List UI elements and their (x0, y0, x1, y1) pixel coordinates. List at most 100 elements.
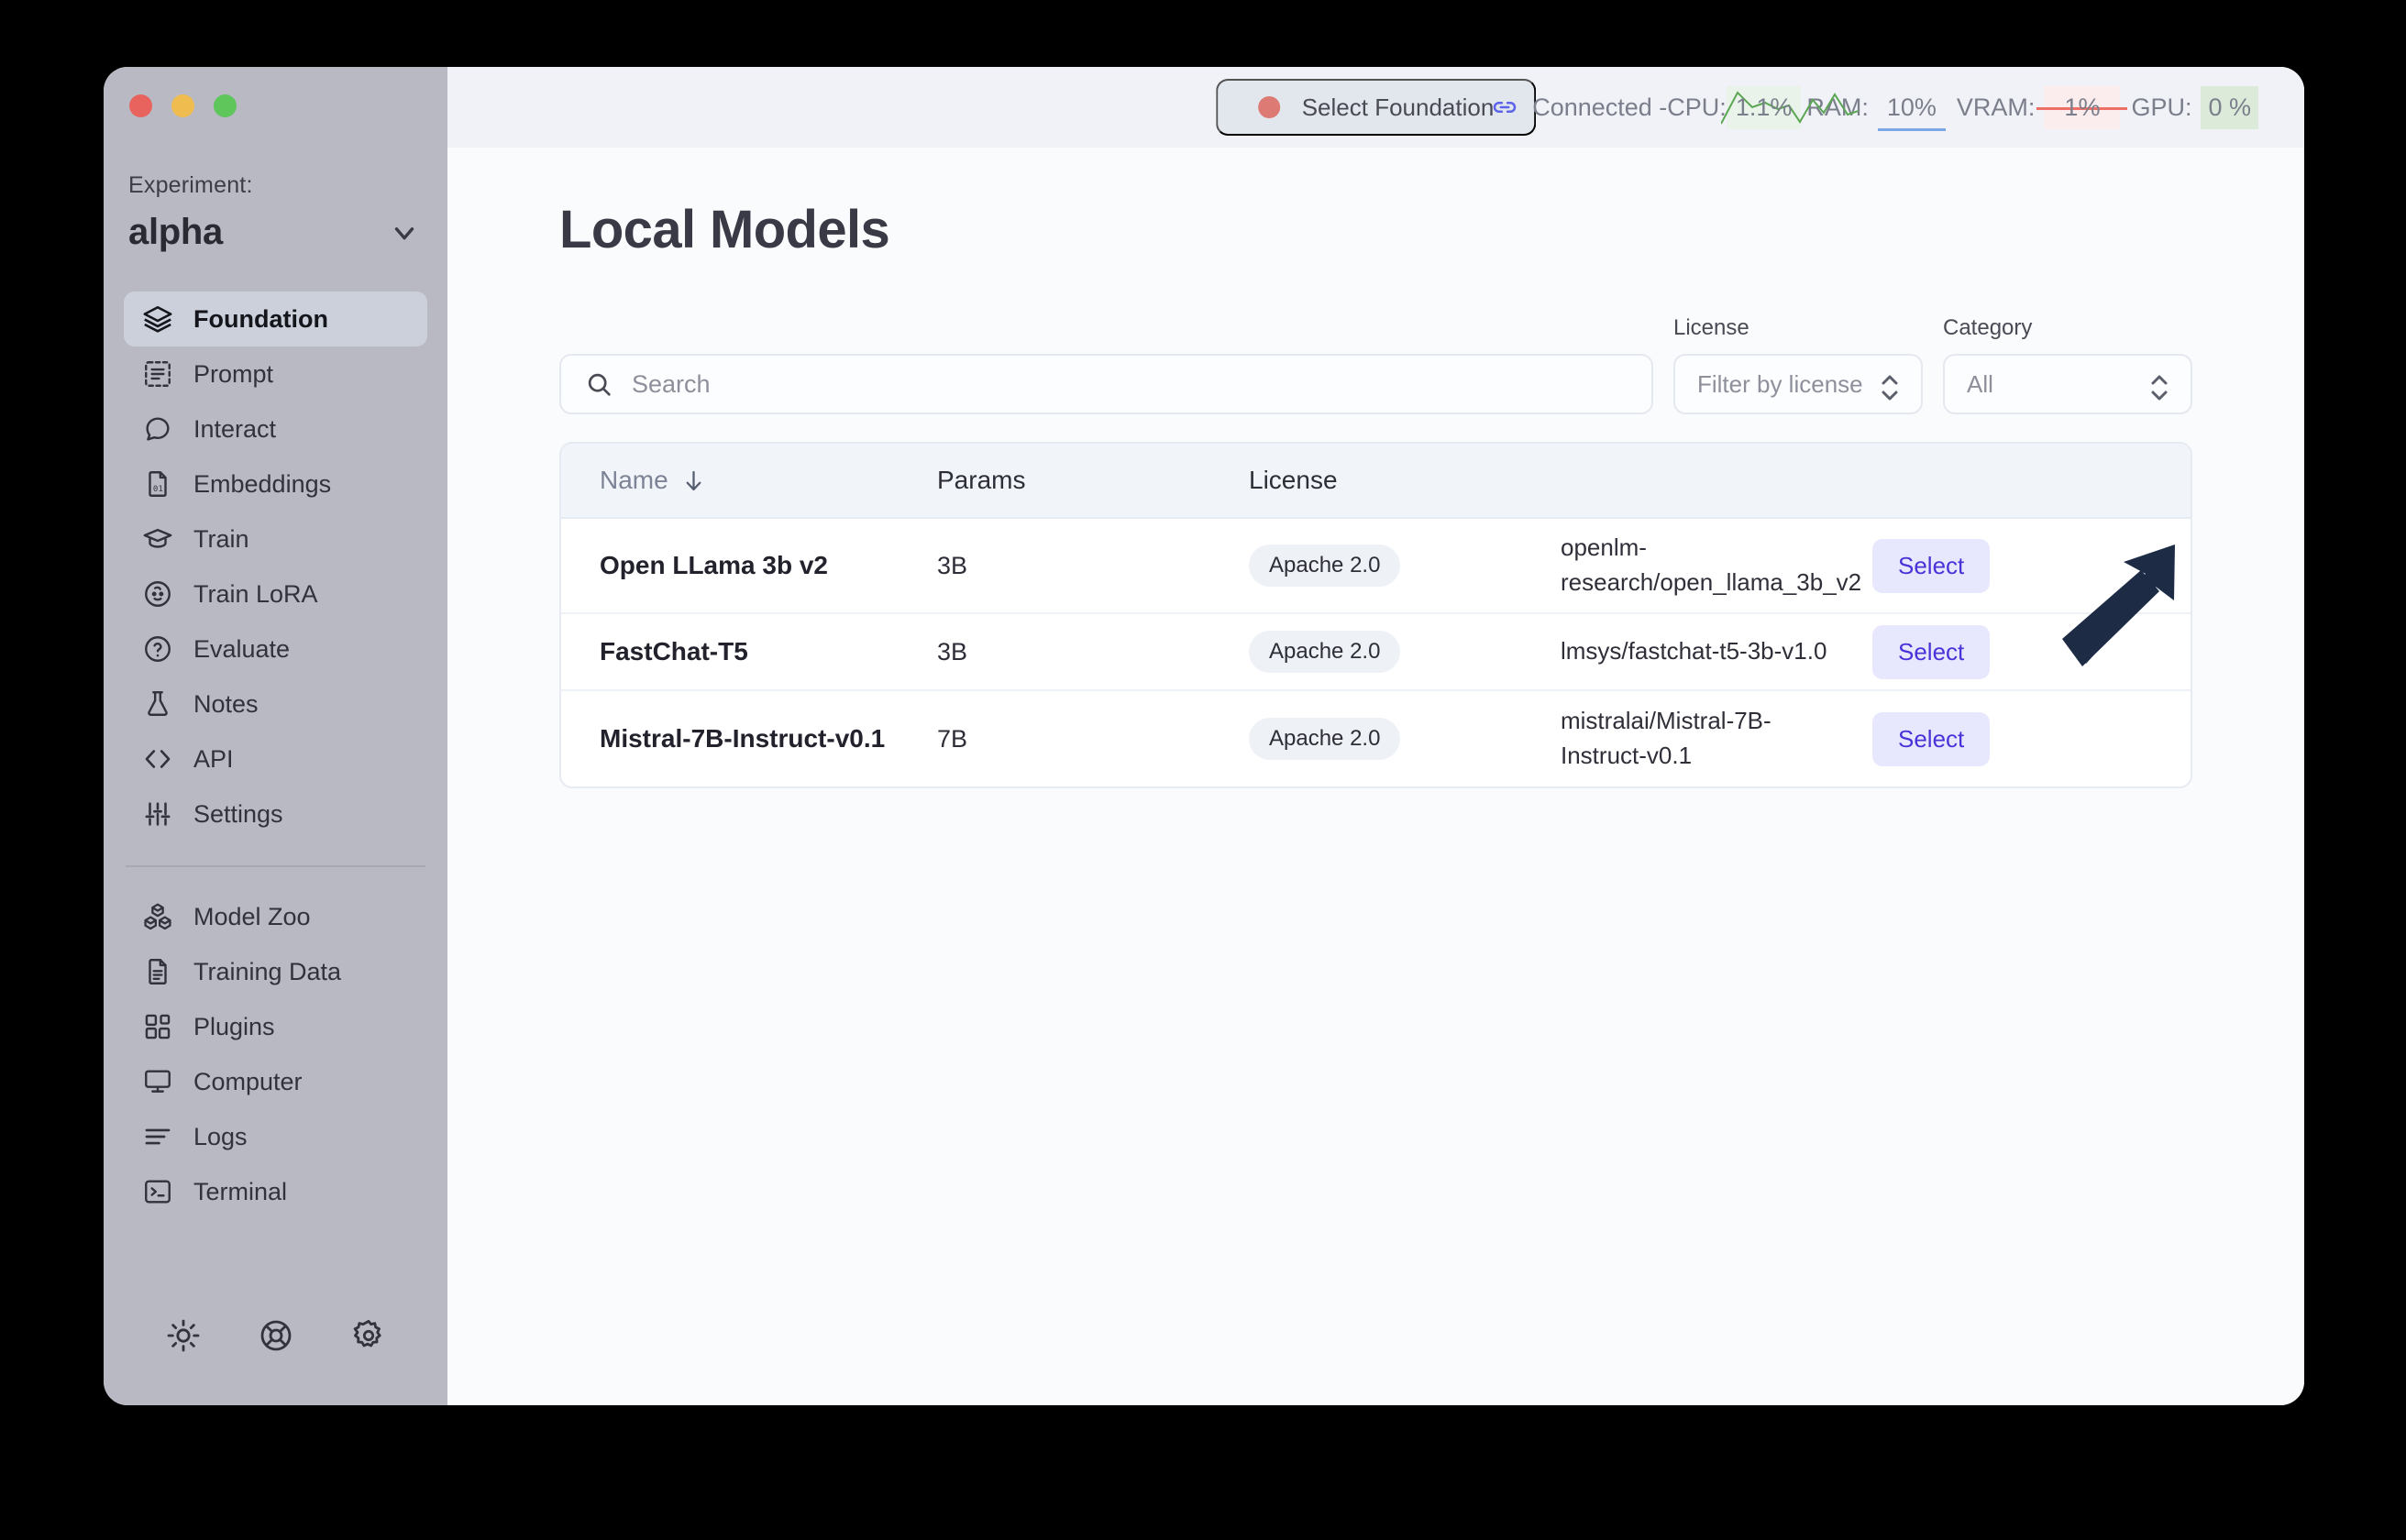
license-filter-label: License (1673, 315, 1749, 340)
sidebar-item-train[interactable]: Train (124, 512, 427, 566)
primary-nav: Foundation Prompt Interact 01 Embeddings (104, 292, 447, 842)
cell-repo: openlm-research/open_llama_3b_v2 (1561, 534, 1862, 596)
license-badge: Apache 2.0 (1249, 631, 1401, 673)
sidebar-item-label: Prompt (193, 359, 274, 388)
sidebar-item-interact[interactable]: Interact (124, 402, 427, 456)
sidebar-item-label: Logs (193, 1122, 248, 1150)
column-header-label: Params (937, 466, 1026, 494)
ram-sparkline (1877, 127, 1946, 131)
sidebar-item-api[interactable]: API (124, 732, 427, 786)
content-area: Local Models License Filter by license (447, 148, 2304, 1405)
question-circle-icon (142, 633, 173, 665)
cpu-value: 1.1% (1735, 93, 1793, 121)
document-lines-icon (142, 956, 173, 987)
sidebar-item-model-zoo[interactable]: Model Zoo (124, 889, 427, 944)
app-window: Experiment: alpha Foundation Prompt Inte… (104, 67, 2304, 1405)
category-filter: Category All (1943, 315, 2192, 414)
minimize-window-button[interactable] (171, 94, 194, 117)
experiment-label: Experiment: (128, 172, 253, 198)
sidebar-item-label: Notes (193, 689, 259, 718)
sidebar-item-label: Settings (193, 799, 283, 828)
vram-label: VRAM: (1956, 93, 2036, 121)
cell-repo: lmsys/fastchat-t5-3b-v1.0 (1561, 637, 1827, 666)
cell-action: Select (1872, 624, 2056, 679)
terminal-icon (142, 1176, 173, 1207)
cell-repo: mistralai/Mistral-7B-Instruct-v0.1 (1561, 707, 1771, 769)
chevron-down-icon (389, 217, 420, 248)
connection-status-text: Connected - (1532, 93, 1668, 121)
select-model-button[interactable]: Select (1872, 538, 1991, 593)
sidebar-item-label: Train LoRA (193, 579, 318, 608)
link-icon (1491, 94, 1518, 121)
sidebar-item-label: Foundation (193, 304, 328, 333)
sidebar-item-terminal[interactable]: Terminal (124, 1164, 427, 1219)
sidebar-item-label: API (193, 744, 234, 773)
category-select-value: All (1967, 369, 1993, 398)
experiment-value: alpha (128, 212, 223, 252)
ram-value: 10% (1886, 93, 1937, 121)
monitor-icon (142, 1066, 173, 1097)
category-select[interactable]: All (1943, 354, 2192, 414)
cell-params: 3B (937, 551, 968, 579)
sidebar-item-settings[interactable]: Settings (124, 786, 427, 842)
table-row: Mistral-7B-Instruct-v0.1 7B Apache 2.0 m… (561, 691, 2191, 786)
sidebar-item-train-lora[interactable]: Train LoRA (124, 566, 427, 622)
sidebar-item-evaluate[interactable]: Evaluate (124, 622, 427, 676)
license-badge: Apache 2.0 (1249, 544, 1401, 587)
select-model-button[interactable]: Select (1872, 711, 1991, 766)
foundation-status-dot (1257, 96, 1280, 118)
license-badge: Apache 2.0 (1249, 718, 1401, 760)
gpu-stat: 0 % (2201, 85, 2258, 129)
search-box[interactable] (559, 354, 1653, 414)
category-filter-label: Category (1943, 315, 2033, 340)
cpu-stat: 1.1% (1720, 85, 1859, 129)
search-input[interactable] (632, 369, 1628, 399)
select-foundation-button[interactable]: Select Foundation (1215, 79, 1537, 136)
cell-action: Select (1872, 711, 2056, 766)
gear-icon[interactable] (350, 1317, 387, 1354)
cell-model-name: Mistral-7B-Instruct-v0.1 (600, 724, 886, 753)
license-select-value: Filter by license (1697, 369, 1863, 398)
svg-text:01: 01 (153, 485, 163, 494)
column-header-license[interactable]: License (1249, 466, 1561, 495)
table-row: Open LLama 3b v2 3B Apache 2.0 openlm-re… (561, 519, 2191, 614)
vram-stat: 1% (2036, 85, 2128, 129)
sort-arrow-down-icon (681, 468, 706, 493)
lifebuoy-icon[interactable] (258, 1317, 294, 1354)
search-icon (585, 370, 613, 399)
sidebar-item-notes[interactable]: Notes (124, 676, 427, 732)
sidebar-item-training-data[interactable]: Training Data (124, 944, 427, 999)
cell-license: Apache 2.0 (1249, 544, 1561, 587)
column-header-label: License (1249, 466, 1338, 494)
baby-face-icon (142, 578, 173, 610)
sidebar-item-label: Evaluate (193, 634, 291, 663)
sidebar: Experiment: alpha Foundation Prompt Inte… (104, 67, 447, 1405)
column-header-name[interactable]: Name (561, 466, 937, 495)
cell-model-name: FastChat-T5 (600, 637, 748, 666)
sidebar-item-computer[interactable]: Computer (124, 1054, 427, 1109)
license-select[interactable]: Filter by license (1673, 354, 1923, 414)
close-window-button[interactable] (129, 94, 152, 117)
maximize-window-button[interactable] (214, 94, 237, 117)
gpu-label: GPU: (2131, 93, 2192, 121)
column-header-params[interactable]: Params (937, 466, 1249, 495)
sidebar-item-label: Train (193, 524, 249, 553)
sidebar-item-prompt[interactable]: Prompt (124, 346, 427, 402)
plugin-blocks-icon (142, 1011, 173, 1042)
sidebar-footer-toolbar (104, 1317, 447, 1405)
brightness-icon[interactable] (165, 1317, 202, 1354)
cell-params: 3B (937, 637, 968, 666)
cell-model-name: Open LLama 3b v2 (600, 551, 828, 579)
sidebar-item-foundation[interactable]: Foundation (124, 292, 427, 346)
sidebar-item-label: Plugins (193, 1012, 275, 1040)
sidebar-item-plugins[interactable]: Plugins (124, 999, 427, 1054)
column-header-label: Name (600, 466, 668, 494)
flask-icon (142, 688, 173, 720)
cell-license: Apache 2.0 (1249, 631, 1561, 673)
cell-license: Apache 2.0 (1249, 718, 1561, 760)
experiment-selector[interactable]: alpha (128, 212, 420, 253)
sidebar-item-logs[interactable]: Logs (124, 1109, 427, 1164)
sidebar-item-label: Training Data (193, 957, 342, 985)
sidebar-item-embeddings[interactable]: 01 Embeddings (124, 456, 427, 512)
select-model-button[interactable]: Select (1872, 624, 1991, 679)
